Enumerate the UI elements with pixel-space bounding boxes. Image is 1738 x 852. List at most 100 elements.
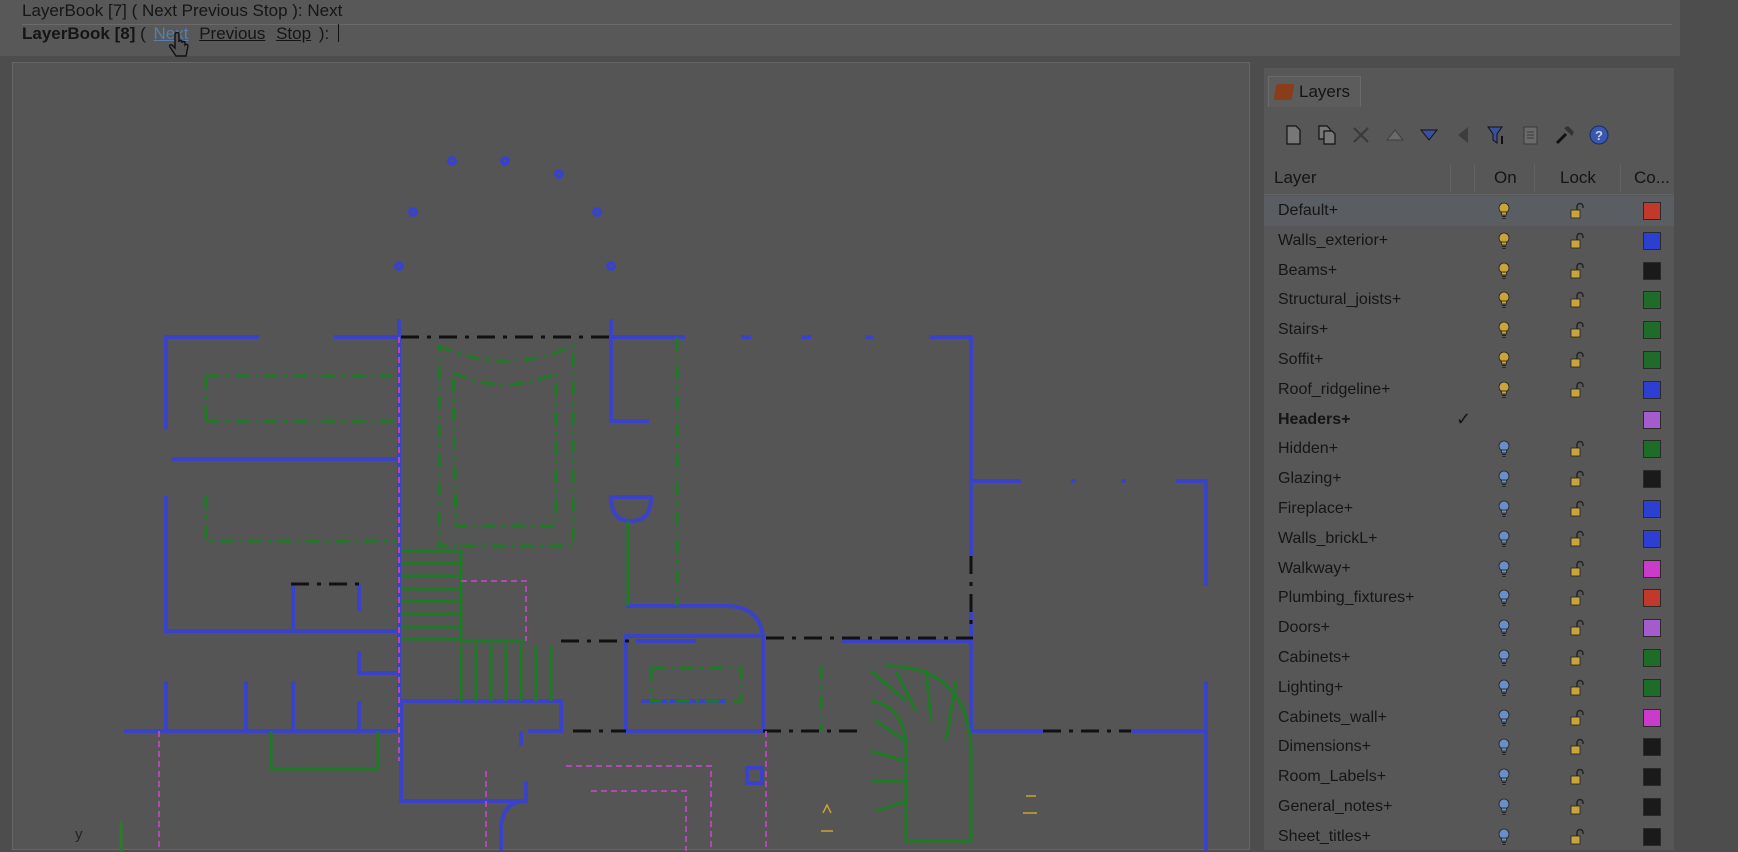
- lightbulb-icon[interactable]: [1498, 828, 1510, 846]
- layer-color-swatch[interactable]: [1643, 708, 1661, 727]
- layer-row[interactable]: Dimensions+: [1264, 732, 1674, 762]
- unlock-icon[interactable]: [1570, 470, 1584, 487]
- column-layer[interactable]: Layer: [1274, 168, 1317, 188]
- layer-name[interactable]: Walkway+: [1278, 560, 1351, 578]
- layer-color-swatch[interactable]: [1643, 261, 1661, 280]
- layer-color-swatch[interactable]: [1643, 738, 1661, 757]
- layer-row[interactable]: Glazing+: [1264, 464, 1674, 494]
- layer-row[interactable]: Cabinets_wall+: [1264, 703, 1674, 733]
- layer-row[interactable]: Walls_exterior+: [1264, 226, 1674, 256]
- unlock-icon[interactable]: [1570, 828, 1584, 845]
- unlock-icon[interactable]: [1570, 262, 1584, 279]
- unlock-icon[interactable]: [1570, 321, 1584, 338]
- layer-row[interactable]: Beams+: [1264, 256, 1674, 286]
- layer-name[interactable]: Roof_ridgeline+: [1278, 381, 1391, 399]
- unlock-icon[interactable]: [1570, 738, 1584, 755]
- layer-name[interactable]: Walls_exterior+: [1278, 232, 1388, 250]
- layer-name[interactable]: Beams+: [1278, 262, 1337, 280]
- layer-color-swatch[interactable]: [1643, 529, 1661, 548]
- unlock-icon[interactable]: [1570, 232, 1584, 249]
- unlock-icon[interactable]: [1570, 560, 1584, 577]
- lightbulb-icon[interactable]: [1498, 202, 1510, 220]
- new-sublayer-icon[interactable]: [1314, 122, 1340, 148]
- tools-icon[interactable]: [1552, 122, 1578, 148]
- lightbulb-icon[interactable]: [1498, 321, 1510, 339]
- layer-color-swatch[interactable]: [1643, 291, 1661, 310]
- lightbulb-icon[interactable]: [1498, 500, 1510, 518]
- new-layer-icon[interactable]: [1280, 122, 1306, 148]
- layer-color-swatch[interactable]: [1643, 678, 1661, 697]
- unlock-icon[interactable]: [1570, 649, 1584, 666]
- lightbulb-icon[interactable]: [1498, 291, 1510, 309]
- layer-color-swatch[interactable]: [1643, 470, 1661, 489]
- layer-color-swatch[interactable]: [1643, 321, 1661, 340]
- unlock-icon[interactable]: [1570, 530, 1584, 547]
- unlock-icon[interactable]: [1570, 202, 1584, 219]
- move-down-icon[interactable]: [1416, 122, 1442, 148]
- layer-row[interactable]: Sheet_titles+: [1264, 822, 1674, 852]
- layer-name[interactable]: Doors+: [1278, 619, 1330, 637]
- layer-name[interactable]: Glazing+: [1278, 470, 1342, 488]
- lightbulb-icon[interactable]: [1498, 530, 1510, 548]
- layer-color-swatch[interactable]: [1643, 559, 1661, 578]
- tab-layers[interactable]: Layers: [1268, 76, 1362, 107]
- move-left-icon[interactable]: [1450, 122, 1476, 148]
- layer-row[interactable]: Default+: [1264, 196, 1674, 226]
- layer-name[interactable]: Default+: [1278, 202, 1338, 220]
- layer-name[interactable]: Cabinets+: [1278, 649, 1351, 667]
- delete-icon[interactable]: [1348, 122, 1374, 148]
- lightbulb-icon[interactable]: [1498, 709, 1510, 727]
- layer-color-swatch[interactable]: [1643, 589, 1661, 608]
- layer-row[interactable]: Walkway+: [1264, 554, 1674, 584]
- layer-color-swatch[interactable]: [1643, 231, 1661, 250]
- option-stop[interactable]: Stop: [276, 24, 311, 43]
- layer-color-swatch[interactable]: [1643, 350, 1661, 369]
- layer-row[interactable]: Plumbing_fixtures+: [1264, 583, 1674, 613]
- clipboard-icon[interactable]: [1518, 122, 1544, 148]
- unlock-icon[interactable]: [1570, 381, 1584, 398]
- lightbulb-icon[interactable]: [1498, 679, 1510, 697]
- layer-color-swatch[interactable]: [1643, 380, 1661, 399]
- lightbulb-icon[interactable]: [1498, 768, 1510, 786]
- lightbulb-icon[interactable]: [1498, 649, 1510, 667]
- layer-name[interactable]: Headers+: [1278, 411, 1351, 429]
- layer-name[interactable]: Sheet_titles+: [1278, 828, 1371, 846]
- layer-name[interactable]: Fireplace+: [1278, 500, 1353, 518]
- layer-color-swatch[interactable]: [1643, 499, 1661, 518]
- layer-row[interactable]: Structural_joists+: [1264, 285, 1674, 315]
- layer-color-swatch[interactable]: [1643, 202, 1661, 220]
- layer-color-swatch[interactable]: [1643, 410, 1661, 429]
- lightbulb-icon[interactable]: [1498, 619, 1510, 637]
- lightbulb-icon[interactable]: [1498, 798, 1510, 816]
- lightbulb-icon[interactable]: [1498, 232, 1510, 250]
- unlock-icon[interactable]: [1570, 768, 1584, 785]
- lightbulb-icon[interactable]: [1498, 738, 1510, 756]
- layer-color-swatch[interactable]: [1643, 619, 1661, 638]
- layer-row[interactable]: Headers+ ✓: [1264, 405, 1674, 435]
- column-lock[interactable]: Lock: [1560, 168, 1596, 188]
- unlock-icon[interactable]: [1570, 709, 1584, 726]
- layer-name[interactable]: Dimensions+: [1278, 738, 1371, 756]
- unlock-icon[interactable]: [1570, 351, 1584, 368]
- layer-row[interactable]: General_notes+: [1264, 792, 1674, 822]
- filter-icon[interactable]: [1484, 122, 1510, 148]
- lightbulb-icon[interactable]: [1498, 262, 1510, 280]
- lightbulb-icon[interactable]: [1498, 381, 1510, 399]
- layer-name[interactable]: General_notes+: [1278, 798, 1392, 816]
- layer-color-swatch[interactable]: [1643, 440, 1661, 459]
- unlock-icon[interactable]: [1570, 619, 1584, 636]
- unlock-icon[interactable]: [1570, 798, 1584, 815]
- lightbulb-icon[interactable]: [1498, 351, 1510, 369]
- lightbulb-icon[interactable]: [1498, 440, 1510, 458]
- layer-color-swatch[interactable]: [1643, 648, 1661, 667]
- layer-row[interactable]: Soffit+: [1264, 345, 1674, 375]
- layer-name[interactable]: Plumbing_fixtures+: [1278, 589, 1415, 607]
- lightbulb-icon[interactable]: [1498, 470, 1510, 488]
- unlock-icon[interactable]: [1570, 440, 1584, 457]
- unlock-icon[interactable]: [1570, 291, 1584, 308]
- layer-row[interactable]: Stairs+: [1264, 315, 1674, 345]
- layer-name[interactable]: Soffit+: [1278, 351, 1324, 369]
- perspective-viewport[interactable]: y: [12, 62, 1250, 851]
- layer-row[interactable]: Walls_brickL+: [1264, 524, 1674, 554]
- layer-row[interactable]: Hidden+: [1264, 434, 1674, 464]
